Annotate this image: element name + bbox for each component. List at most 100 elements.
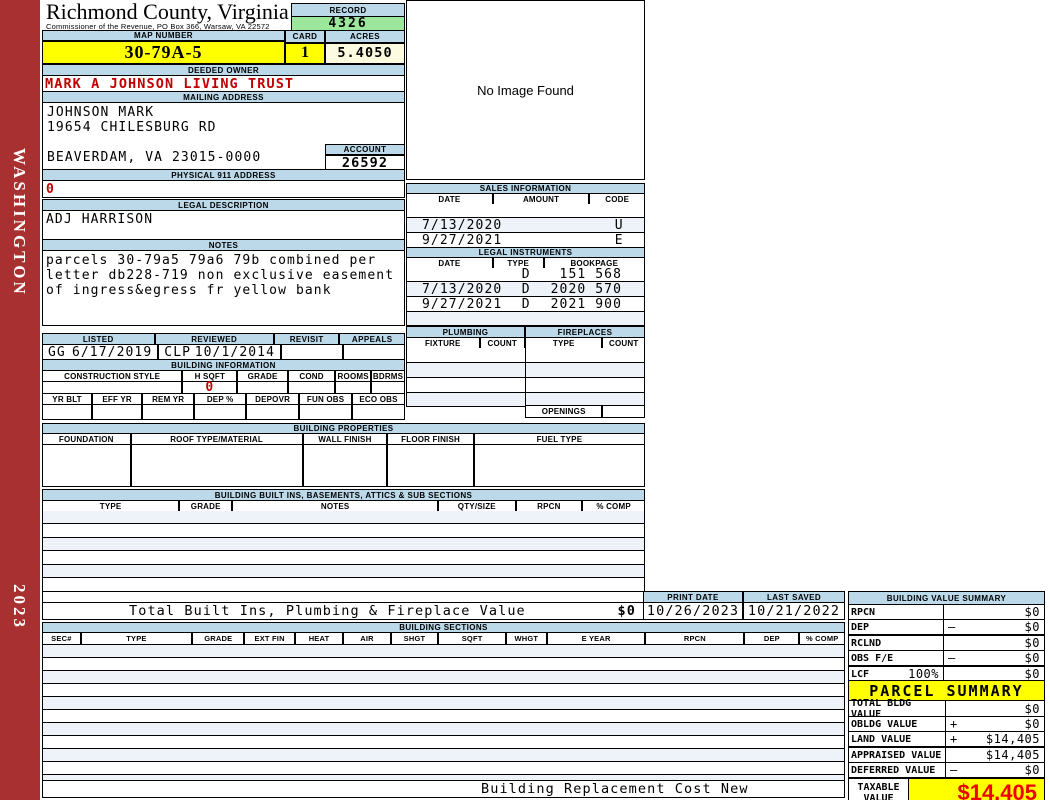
- grade-label: GRADE: [192, 632, 245, 645]
- instrument-type: D: [521, 267, 531, 282]
- sale-date: 7/13/2020: [422, 217, 503, 233]
- land-value-label: LAND VALUE: [849, 732, 946, 746]
- card-label: CARD: [285, 30, 325, 43]
- deferred-value-label: DEFERRED VALUE: [849, 763, 946, 777]
- op-sign: –: [948, 620, 956, 634]
- obldg-value: $0: [1024, 717, 1040, 731]
- summary-row: RPCN $0: [848, 605, 1045, 620]
- notes-line: parcels 30-79a5 79a6 79b combined per: [46, 253, 377, 268]
- building-sections-header-row: SEC# TYPE GRADE EXT FIN HEAT AIR SHGT SQ…: [42, 632, 846, 645]
- openings-label: OPENINGS: [525, 405, 603, 418]
- sec-label: SEC#: [42, 632, 81, 645]
- table-row: [43, 723, 844, 736]
- table-row: [43, 697, 844, 710]
- plumbing-fireplaces-body: [406, 348, 645, 407]
- table-row: [407, 312, 644, 325]
- shgt-label: SHGT: [390, 632, 439, 645]
- table-row: [43, 524, 644, 538]
- notes-line: letter db228-719 non exclusive easement: [46, 268, 395, 283]
- whgt-label: WHGT: [506, 632, 547, 645]
- table-row: 9/27/2021 E: [407, 232, 644, 248]
- table-row: [43, 762, 844, 775]
- card-value: 1: [285, 42, 325, 64]
- county-title: Richmond County, Virginia: [46, 0, 289, 24]
- table-row: D 151 568: [407, 267, 644, 282]
- summary-row: OBS F/E – $0: [848, 651, 1045, 667]
- notes-block: parcels 30-79a5 79a6 79b combined per le…: [42, 250, 405, 326]
- fun-obs-value: [299, 404, 353, 420]
- reviewed-value: CLP 10/1/2014: [158, 344, 282, 360]
- appeals-value: [343, 344, 405, 360]
- table-row: [43, 511, 644, 524]
- building-sections-footer: Building Replacement Cost New: [42, 780, 845, 798]
- record-value: 4326: [292, 16, 404, 31]
- account-label: ACCOUNT: [325, 144, 405, 155]
- e-year-label: E YEAR: [546, 632, 646, 645]
- air-label: AIR: [343, 632, 391, 645]
- instrument-date: [407, 312, 503, 325]
- table-row: [43, 645, 844, 658]
- parcel-summary: TOTAL BLDG VALUE $0 OBLDG VALUE + $0 LAN…: [848, 698, 1045, 800]
- table-row: 7/13/2020 D 2020 570: [407, 282, 644, 297]
- sale-code: E: [614, 232, 624, 248]
- summary-row: OBLDG VALUE + $0: [848, 717, 1045, 732]
- foundation-value: [42, 444, 131, 487]
- sale-date: [407, 204, 504, 217]
- op-sign: –: [948, 651, 956, 665]
- op-sign: –: [950, 763, 958, 777]
- fuel-type-value: [473, 444, 645, 487]
- openings-value: [602, 405, 645, 418]
- table-row: [43, 671, 844, 684]
- sale-amount: [504, 204, 595, 217]
- summary-row: LAND VALUE + $14,405: [848, 732, 1045, 748]
- table-row: [43, 736, 844, 749]
- ext-fin-label: EXT FIN: [244, 632, 295, 645]
- eco-obs-value: [352, 404, 406, 420]
- building-sections-body: [42, 645, 845, 789]
- building-info-value-row2: [42, 404, 406, 420]
- acres-value: 5.4050: [325, 42, 405, 64]
- yr-blt-value: [42, 404, 93, 420]
- obs-fe-label: OBS F/E: [849, 651, 944, 665]
- built-ins-total-label: Total Built Ins, Plumbing & Fireplace Va…: [129, 603, 526, 619]
- roof-type-value: [130, 444, 303, 487]
- summary-row: RCLND $0: [848, 636, 1045, 651]
- table-row: 7/13/2020 U: [407, 218, 644, 233]
- listed-date: 6/17/2019: [71, 344, 153, 360]
- lcf-label: LCF: [851, 668, 870, 680]
- acres-label: ACRES: [325, 30, 405, 43]
- notes-line: of ingress&egress fr yellow bank: [46, 283, 332, 298]
- building-properties-body: [42, 444, 645, 487]
- print-info-values: 10/26/2023 10/21/2022: [643, 602, 845, 620]
- table-row: [407, 363, 644, 378]
- building-value-summary-title: BUILDING VALUE SUMMARY: [848, 591, 1045, 605]
- appraised-value-label: APPRAISED VALUE: [849, 748, 946, 762]
- summary-row: DEFERRED VALUE – $0: [848, 763, 1045, 779]
- dep-label: DEP: [744, 632, 800, 645]
- table-row: [43, 684, 844, 697]
- op-sign: +: [950, 732, 958, 746]
- floor-finish-value: [387, 444, 474, 487]
- table-row: [43, 551, 644, 565]
- comp-label: % COMP: [799, 632, 846, 645]
- taxable-value-label: TAXABLE VALUE: [849, 779, 909, 800]
- mailing-line: 19654 CHILESBURG RD: [47, 120, 217, 135]
- replacement-cost-label: Building Replacement Cost New: [481, 781, 749, 797]
- heat-label: HEAT: [294, 632, 344, 645]
- rpcn-label: RPCN: [645, 632, 745, 645]
- rpcn-value: $0: [1024, 605, 1040, 619]
- rpcn-label: RPCN: [849, 605, 944, 619]
- instruments-table-body: D 151 568 7/13/2020 D 2020 570 9/27/2021…: [406, 267, 645, 326]
- built-ins-body: [42, 511, 645, 606]
- table-row: [43, 749, 844, 762]
- instrument-type: D: [521, 296, 531, 312]
- taxable-value-row: TAXABLE VALUE $14,405: [848, 779, 1045, 800]
- rclnd-value: $0: [1024, 636, 1040, 650]
- appraised-value: $14,405: [985, 748, 1040, 762]
- lcf-percent: 100%: [908, 667, 939, 681]
- map-number-label: MAP NUMBER: [42, 30, 285, 41]
- dep-value: $0: [1024, 620, 1040, 634]
- instrument-bookpage: 2020 570: [550, 281, 623, 297]
- obldg-value-label: OBLDG VALUE: [849, 717, 946, 731]
- sidebar-year-label: 2023: [10, 584, 29, 630]
